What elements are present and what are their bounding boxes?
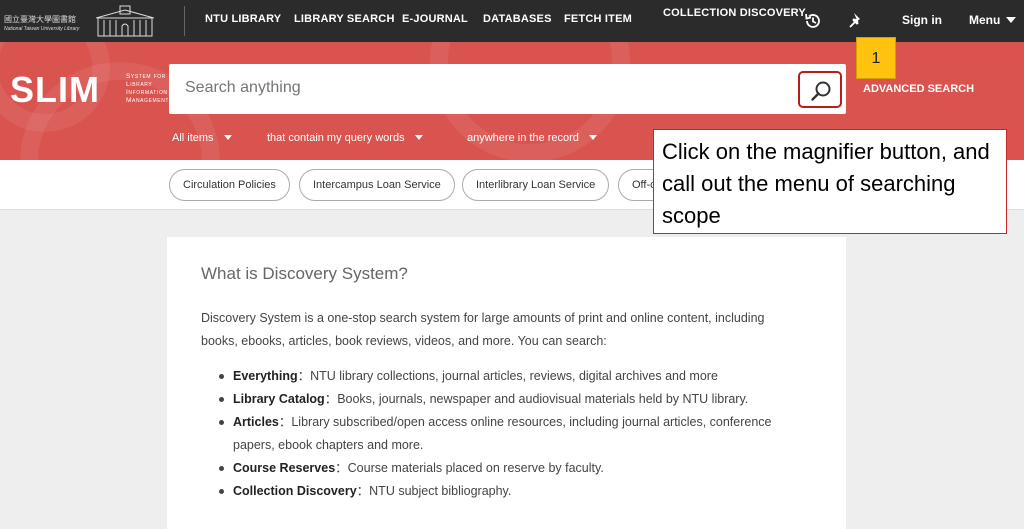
caret-down-icon bbox=[223, 135, 232, 140]
scope-field-label: anywhere in the record bbox=[467, 132, 579, 144]
scope-field-dropdown[interactable]: anywhere in the record bbox=[467, 132, 597, 144]
slim-logo-word: SLIM bbox=[10, 69, 100, 110]
scope-items-label: All items bbox=[172, 132, 214, 144]
nav-collection-discovery[interactable]: COLLECTION DISCOVERY bbox=[663, 7, 806, 20]
nav-e-journal[interactable]: E-JOURNAL bbox=[402, 13, 468, 25]
slim-sub-line: System for bbox=[126, 73, 166, 80]
list-item-term: Everything bbox=[233, 369, 298, 383]
scope-items-dropdown[interactable]: All items bbox=[172, 132, 232, 144]
advanced-search-link[interactable]: ADVANCED SEARCH bbox=[863, 83, 974, 95]
card-intro: Discovery System is a one-stop search sy… bbox=[201, 311, 765, 348]
list-item: Articles：Library subscribed/open access … bbox=[219, 411, 808, 457]
slim-sub-line: Library bbox=[126, 81, 153, 88]
slim-sub-line: Management bbox=[126, 97, 170, 104]
history-icon[interactable] bbox=[803, 11, 823, 31]
list-item: Library Catalog：Books, journals, newspap… bbox=[219, 388, 808, 411]
menu-button[interactable]: Menu bbox=[969, 13, 1017, 27]
nav-databases[interactable]: DATABASES bbox=[483, 13, 552, 25]
menu-label: Menu bbox=[969, 13, 1001, 27]
list-item-term: Collection Discovery bbox=[233, 484, 357, 498]
instruction-callout: Click on the magnifier button, and call … bbox=[653, 129, 1007, 234]
slim-logo-subtitle: System for Library Information Managemen… bbox=[126, 73, 169, 105]
caret-down-icon bbox=[414, 135, 423, 140]
list-item: Collection Discovery：NTU subject bibliog… bbox=[219, 480, 808, 503]
list-item-term: Library Catalog bbox=[233, 392, 325, 406]
nav-library-search[interactable]: LIBRARY SEARCH bbox=[294, 13, 395, 25]
list-item-desc: ：NTU subject bibliography. bbox=[356, 484, 512, 498]
list-item-desc: ：Library subscribed/open access online r… bbox=[233, 415, 772, 452]
quick-link-interlibrary-loan[interactable]: Interlibrary Loan Service bbox=[462, 169, 610, 201]
caret-down-icon bbox=[588, 135, 597, 140]
slim-sub-line: Information bbox=[126, 89, 168, 96]
list-item: Course Reserves：Course materials placed … bbox=[219, 457, 808, 480]
quick-link-circulation-policies[interactable]: Circulation Policies bbox=[169, 169, 290, 201]
quick-link-intercampus-loan[interactable]: Intercampus Loan Service bbox=[299, 169, 455, 201]
nav-fetch-item[interactable]: FETCH ITEM bbox=[564, 13, 632, 25]
magnifier-icon bbox=[811, 81, 831, 101]
sign-in-link[interactable]: Sign in bbox=[902, 13, 942, 27]
list-item-desc: ：Course materials placed on reserve by f… bbox=[335, 461, 604, 475]
ntu-library-logo[interactable]: 國立臺灣大學圖書館 National Taiwan University Lib… bbox=[4, 4, 154, 38]
scope-precision-dropdown[interactable]: that contain my query words bbox=[267, 132, 423, 144]
library-building-icon bbox=[96, 5, 154, 37]
list-item-term: Course Reserves bbox=[233, 461, 336, 475]
pin-icon[interactable] bbox=[846, 11, 866, 31]
scope-precision-label: that contain my query words bbox=[267, 132, 405, 144]
search-button[interactable] bbox=[798, 71, 842, 108]
nav-ntu-library[interactable]: NTU LIBRARY bbox=[205, 13, 281, 25]
search-box bbox=[169, 64, 846, 114]
discovery-info-card: What is Discovery System? Discovery Syst… bbox=[167, 237, 846, 529]
search-input[interactable] bbox=[185, 79, 785, 97]
list-item-desc: ：Books, journals, newspaper and audiovis… bbox=[324, 392, 749, 406]
list-item-desc: ：NTU library collections, journal articl… bbox=[297, 369, 718, 383]
card-title: What is Discovery System? bbox=[201, 264, 408, 283]
caret-down-icon bbox=[1006, 17, 1017, 23]
top-nav-bar: 國立臺灣大學圖書館 National Taiwan University Lib… bbox=[0, 0, 1024, 42]
step-number-badge: 1 bbox=[856, 37, 896, 79]
nav-divider bbox=[184, 6, 185, 36]
list-item-term: Articles bbox=[233, 415, 279, 429]
search-scope-list: Everything：NTU library collections, jour… bbox=[219, 365, 808, 503]
slim-logo[interactable]: SLIM System for Library Information Mana… bbox=[10, 69, 170, 119]
logo-english-name: National Taiwan University Library bbox=[4, 26, 80, 32]
logo-chinese-name: 國立臺灣大學圖書館 bbox=[4, 15, 76, 24]
list-item: Everything：NTU library collections, jour… bbox=[219, 365, 808, 388]
